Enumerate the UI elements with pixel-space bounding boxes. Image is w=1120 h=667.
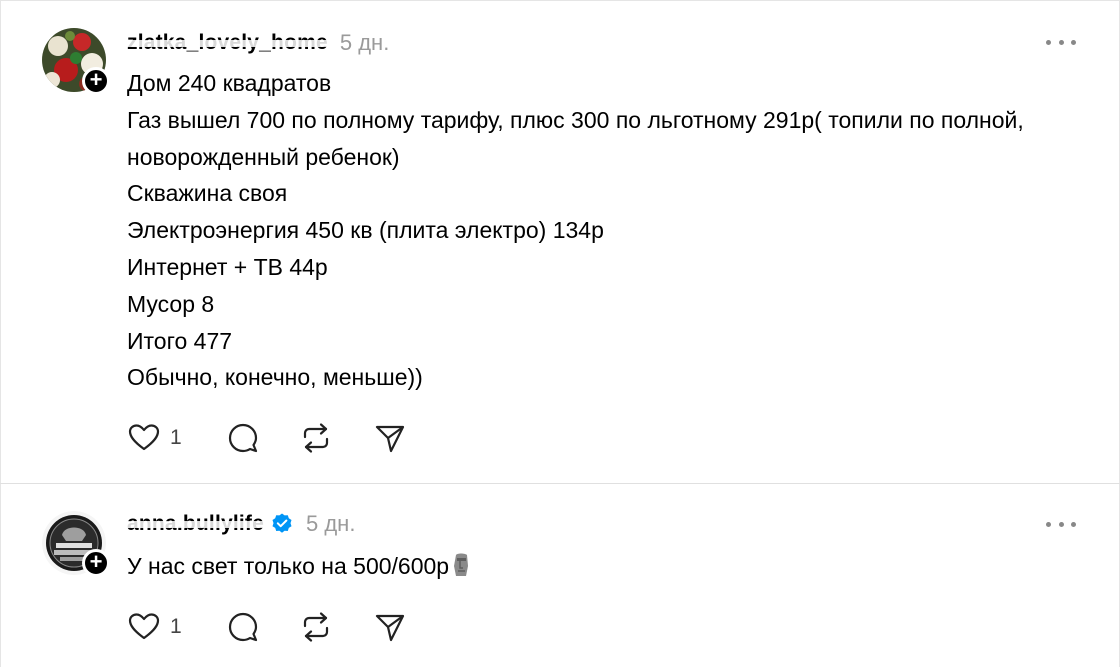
repost-icon <box>303 423 328 453</box>
comment-text: Дом 240 квадратов Газ вышел 700 по полно… <box>127 65 1067 396</box>
comment-line: Дом 240 квадратов <box>127 70 332 96</box>
comment-line: Обычно, конечно, меньше)) <box>127 364 423 391</box>
repost-icon <box>303 612 328 642</box>
like-count: 1 <box>170 615 182 638</box>
share-icon <box>375 425 404 453</box>
comment-text: У нас свет только на 500/600р <box>127 548 1067 585</box>
share-button[interactable] <box>373 421 407 455</box>
action-bar: 1 <box>127 609 407 645</box>
repost-button[interactable] <box>299 610 333 644</box>
reply-button[interactable] <box>226 421 260 455</box>
share-icon <box>375 614 404 642</box>
more-options-icon[interactable] <box>1046 32 1076 52</box>
comment-line: Электроэнергия 450 кв (плита электро) 13… <box>127 217 604 244</box>
username[interactable]: zlatka_lovely_home <box>127 31 328 55</box>
like-count: 1 <box>170 426 182 449</box>
comment-post: + anna.bullylife 5 дн. У нас свет только… <box>0 484 1120 667</box>
comment-header: zlatka_lovely_home 5 дн. <box>127 28 389 58</box>
follow-plus-icon[interactable]: + <box>82 549 110 577</box>
comment-icon <box>228 612 257 642</box>
more-options-icon[interactable] <box>1046 514 1076 534</box>
share-button[interactable] <box>373 610 407 644</box>
repost-button[interactable] <box>299 421 333 455</box>
action-bar: 1 <box>127 420 407 456</box>
like-button[interactable]: 1 <box>127 421 182 455</box>
follow-plus-icon[interactable]: + <box>82 67 110 95</box>
username[interactable]: anna.bullylife <box>127 512 264 536</box>
comment-icon <box>228 423 257 453</box>
reply-button[interactable] <box>226 610 260 644</box>
comment-line: Итого 477 <box>127 327 233 354</box>
comment-header: anna.bullylife 5 дн. <box>127 509 355 539</box>
timestamp[interactable]: 5 дн. <box>340 30 389 56</box>
timestamp[interactable]: 5 дн. <box>306 511 355 537</box>
comment-line: Скважина своя <box>127 180 288 207</box>
heart-icon <box>128 424 160 451</box>
moai-icon <box>454 553 469 576</box>
comment-line: У нас свет только на 500/600р <box>127 553 450 579</box>
like-button[interactable]: 1 <box>127 610 182 644</box>
comment-line: Интернет + ТВ 44р <box>127 253 328 280</box>
comment-line: Мусор 8 <box>127 290 215 317</box>
comment-line: Газ вышел 700 по полному тарифу, плюс 30… <box>127 106 1024 170</box>
verified-badge-icon <box>272 513 292 533</box>
comment-post: + zlatka_lovely_home 5 дн. Дом 240 квадр… <box>0 0 1120 484</box>
heart-icon <box>128 613 160 640</box>
